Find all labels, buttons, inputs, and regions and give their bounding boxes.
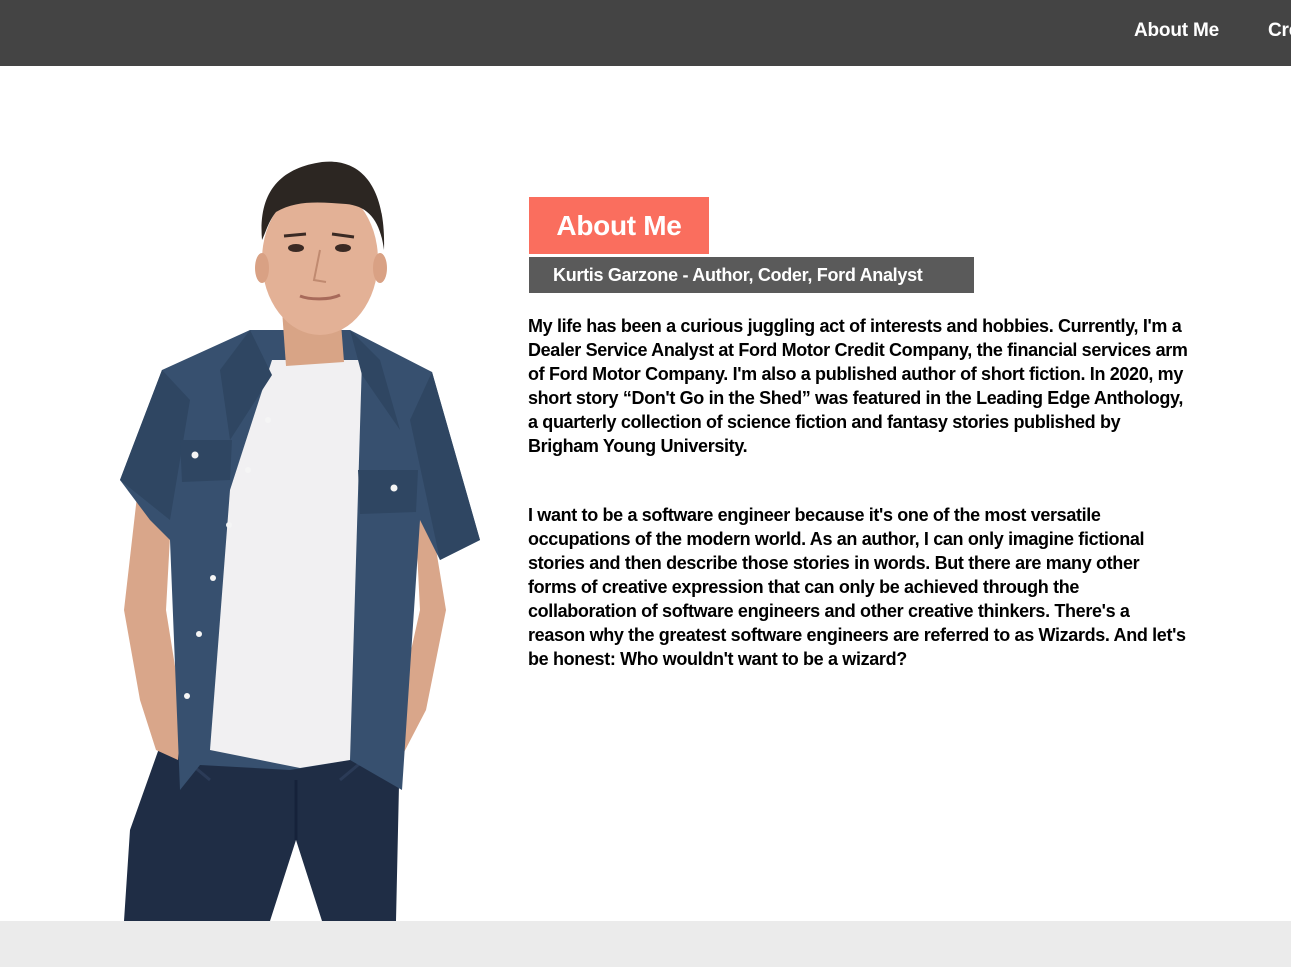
- about-me-heading: About Me: [529, 197, 709, 254]
- profile-photo: [100, 140, 500, 921]
- nav-link-about-me[interactable]: About Me: [1134, 20, 1219, 42]
- nav-link-creative[interactable]: Cre: [1268, 20, 1291, 42]
- about-me-subtitle: Kurtis Garzone - Author, Coder, Ford Ana…: [529, 257, 974, 293]
- bio-paragraph-1: My life has been a curious juggling act …: [528, 316, 1188, 456]
- bio-paragraph-2: I want to be a software engineer because…: [528, 505, 1186, 669]
- top-navbar: About Me Cre: [0, 0, 1291, 66]
- footer-bar: [0, 921, 1291, 967]
